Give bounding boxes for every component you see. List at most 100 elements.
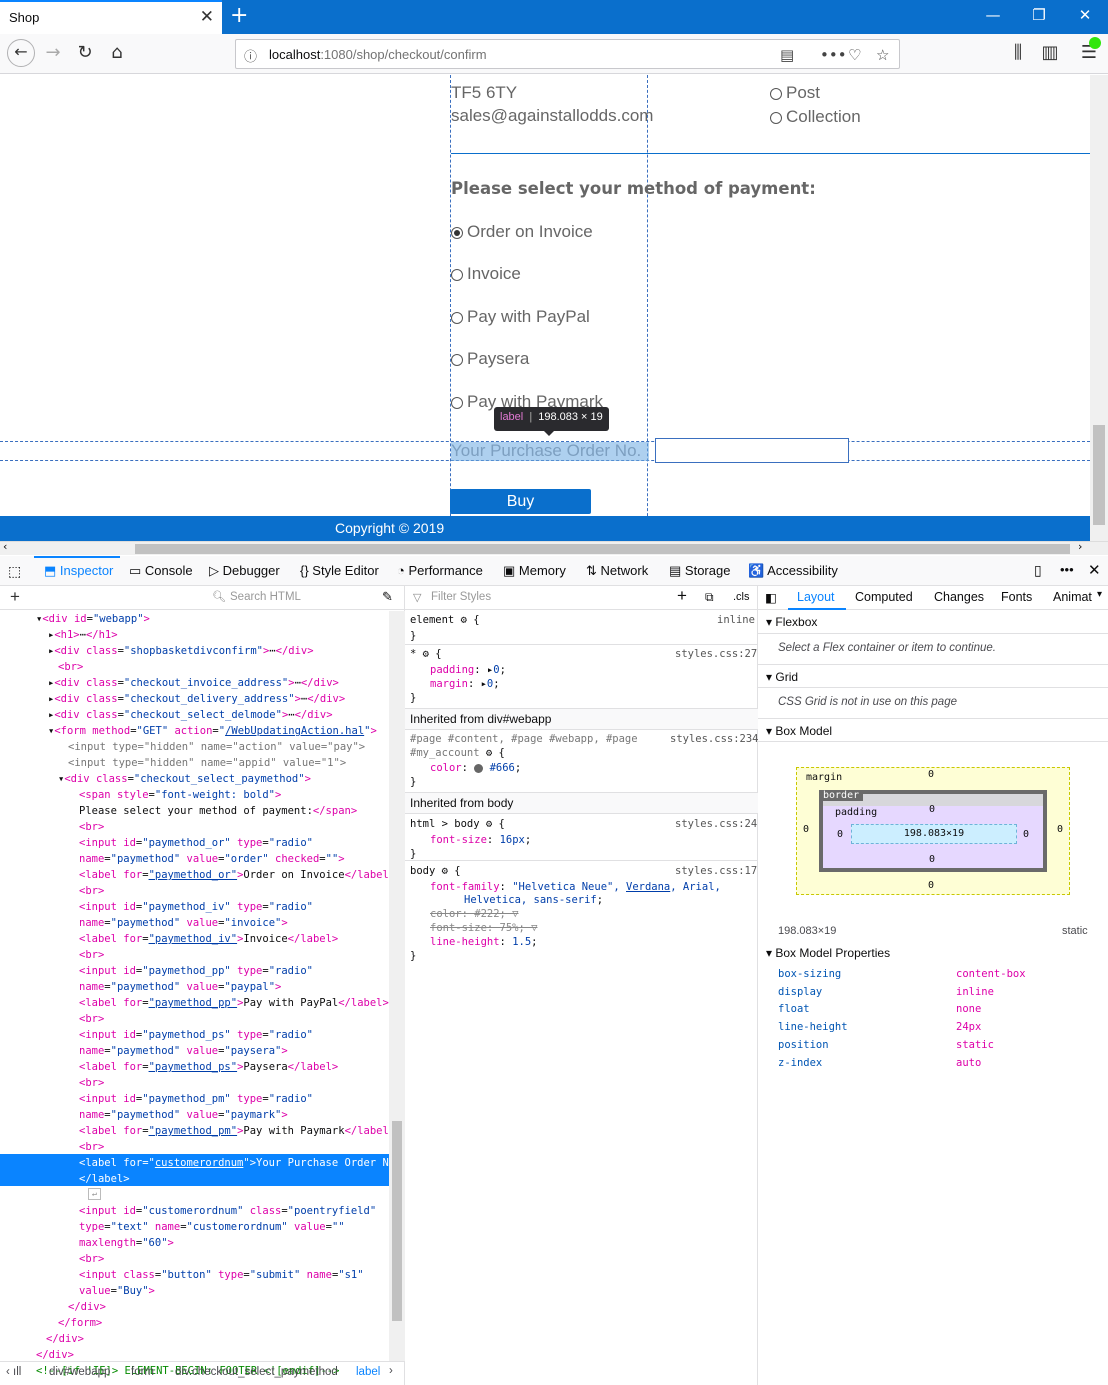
po-input[interactable] (655, 438, 849, 463)
home-icon[interactable]: ⌂ (105, 42, 129, 63)
node-br[interactable]: <br> (79, 1251, 104, 1267)
payment-option-paypal[interactable]: Pay with PayPal (451, 307, 590, 327)
node-select-delmode[interactable]: ▸<div class="checkout_select_delmode">⋯<… (48, 707, 333, 723)
padding-top-value[interactable]: 0 (929, 804, 935, 815)
radio-order[interactable] (451, 226, 463, 239)
node-input-or[interactable]: <input id="paymethod_or" type="radio" (79, 835, 313, 851)
node-br[interactable]: <br> (58, 659, 83, 675)
tab-layout[interactable]: Layout (797, 590, 835, 604)
node-input-pp[interactable]: <input id="paymethod_pp" type="radio" (79, 963, 313, 979)
box-model-margin[interactable]: margin 0 0 0 0 border padding 0 0 0 0 19… (796, 767, 1070, 895)
add-rule-icon[interactable]: + (677, 586, 687, 606)
close-tab-icon[interactable]: ✕ (200, 7, 214, 27)
markup-scrollbar[interactable] (389, 611, 405, 1361)
radio-collection[interactable] (770, 111, 782, 124)
page-actions-icon[interactable]: ••• (820, 46, 847, 64)
node-br[interactable]: <br> (79, 883, 104, 899)
tab-animations[interactable]: Animat (1053, 590, 1092, 604)
radio-paypal[interactable] (451, 311, 463, 324)
padding-bottom-value[interactable]: 0 (929, 854, 935, 865)
delivery-option-collection[interactable]: Collection (770, 107, 861, 127)
rule-star-selector[interactable]: * ⚙ { (410, 646, 442, 662)
tab-fonts[interactable]: Fonts (1001, 590, 1032, 604)
node-form[interactable]: ▾<form method="GET" action="/WebUpdating… (48, 723, 377, 739)
horizontal-scroll-thumb[interactable] (135, 544, 1070, 554)
more-options-icon[interactable]: ••• (1060, 562, 1074, 577)
flexbox-header[interactable]: ▾ Flexbox (758, 610, 1108, 634)
rule-star-source[interactable]: styles.css:27 (675, 646, 757, 662)
responsive-mode-icon[interactable]: ▯ (1034, 562, 1042, 579)
margin-left-value[interactable]: 0 (803, 824, 809, 835)
tab-memory[interactable]: ▣ Memory (503, 563, 566, 579)
element-picker-icon[interactable]: ⬚ (8, 563, 21, 580)
browser-tab[interactable]: Shop ✕ (0, 0, 222, 34)
tab-changes[interactable]: Changes (934, 590, 984, 604)
box-model-padding[interactable]: padding 0 0 0 0 198.083×19 (823, 804, 1043, 868)
node-h1[interactable]: ▸<h1>⋯</h1> (48, 627, 118, 643)
close-window-icon[interactable]: ✕ (1073, 6, 1097, 24)
tab-console[interactable]: ▭ Console (129, 563, 193, 579)
decl-font-size[interactable]: font-size: 16px; (430, 832, 531, 848)
payment-label-paypal[interactable]: Pay with PayPal (467, 307, 590, 326)
markup-scroll-thumb[interactable] (392, 1121, 402, 1321)
rule-body-source[interactable]: styles.css:17 (675, 863, 757, 879)
breadcrumb-right-icon[interactable]: › (389, 1365, 393, 1377)
node-br[interactable]: <br> (79, 1075, 104, 1091)
restore-icon[interactable]: ❐ (1027, 6, 1051, 24)
padding-left-value[interactable]: 0 (837, 829, 843, 840)
node-heading-text[interactable]: Please select your method of payment:</s… (79, 803, 357, 819)
tab-performance[interactable]: ◔ Performance (397, 563, 483, 578)
node-input-action[interactable]: <input type="hidden" name="action" value… (68, 739, 365, 755)
payment-option-invoice[interactable]: Invoice (451, 264, 521, 284)
radio-paysera[interactable] (451, 353, 463, 366)
breadcrumb-item[interactable]: div#webapp (49, 1366, 110, 1378)
node-input-appid[interactable]: <input type="hidden" name="appid" value=… (68, 755, 346, 771)
rule-element-selector[interactable]: element ⚙ { (410, 612, 480, 628)
filter-styles-input[interactable]: Filter Styles (431, 591, 491, 603)
node-close-div[interactable]: </div> (46, 1331, 84, 1347)
node-label-pp[interactable]: <label for="paymethod_pp">Pay with PayPa… (79, 995, 389, 1011)
payment-option-paysera[interactable]: Paysera (451, 349, 529, 369)
node-delivery-address[interactable]: ▸<div class="checkout_delivery_address">… (48, 691, 345, 707)
tab-debugger[interactable]: ▷ Debugger (209, 563, 280, 579)
pocket-icon[interactable]: ♡ (848, 46, 861, 64)
node-input-ps[interactable]: <input id="paymethod_ps" type="radio" (79, 1027, 313, 1043)
payment-label-order[interactable]: Order on Invoice (467, 222, 593, 241)
tab-style-editor[interactable]: {} Style Editor (300, 563, 379, 578)
info-icon[interactable]: ⓘ (244, 46, 257, 65)
tab-inspector[interactable]: ⬒ Inspector (44, 563, 113, 579)
node-input-iv[interactable]: <input id="paymethod_iv" type="radio" (79, 899, 313, 915)
margin-top-value[interactable]: 0 (928, 769, 934, 780)
add-node-icon[interactable]: + (10, 587, 20, 607)
node-input-pm[interactable]: <input id="paymethod_pm" type="radio" (79, 1091, 313, 1107)
margin-right-value[interactable]: 0 (1057, 824, 1063, 835)
node-label-pm[interactable]: <label for="paymethod_pm">Pay with Payma… (79, 1123, 395, 1139)
tab-storage[interactable]: ▤ Storage (669, 563, 730, 579)
url-bar[interactable]: ⓘ localhost:1080/shop/checkout/confirm ▤… (235, 39, 900, 69)
po-label[interactable]: Your Purchase Order No. (451, 441, 641, 461)
radio-post[interactable] (770, 87, 782, 100)
node-div-webapp[interactable]: ▾<div id="webapp"> (36, 611, 150, 627)
search-html-input[interactable]: Search HTML (230, 591, 301, 603)
node-close-form[interactable]: </form> (58, 1315, 102, 1331)
color-swatch[interactable] (474, 763, 484, 773)
padding-right-value[interactable]: 0 (1023, 829, 1029, 840)
node-select-paymethod[interactable]: ▾<div class="checkout_select_paymethod"> (58, 771, 311, 787)
grid-header[interactable]: ▾ Grid (758, 664, 1108, 688)
node-label-iv[interactable]: <label for="paymethod_iv">Invoice</label… (79, 931, 338, 947)
radio-paymark[interactable] (451, 396, 463, 409)
tab-computed[interactable]: Computed (855, 590, 913, 604)
close-devtools-icon[interactable]: ✕ (1088, 561, 1101, 579)
delivery-option-post[interactable]: Post (770, 83, 820, 103)
box-model-content[interactable]: 198.083×19 (851, 824, 1017, 844)
node-input-customerordnum[interactable]: <input id="customerordnum" class="poentr… (79, 1203, 376, 1219)
breadcrumb-item[interactable]: div.checkout_select_paymethod (175, 1366, 338, 1378)
new-tab-icon[interactable]: + (230, 3, 248, 28)
library-icon[interactable]: ⫼ (1006, 42, 1030, 63)
rule-html-body-selector[interactable]: html > body ⚙ { (410, 816, 505, 832)
whitespace-badge[interactable]: ↵ (88, 1188, 101, 1200)
node-br[interactable]: <br> (79, 947, 104, 963)
sidebar-icon[interactable]: ▥ (1038, 42, 1062, 63)
box-model-properties-header[interactable]: ▾ Box Model Properties (766, 946, 890, 960)
minimize-icon[interactable]: — (981, 6, 1005, 24)
